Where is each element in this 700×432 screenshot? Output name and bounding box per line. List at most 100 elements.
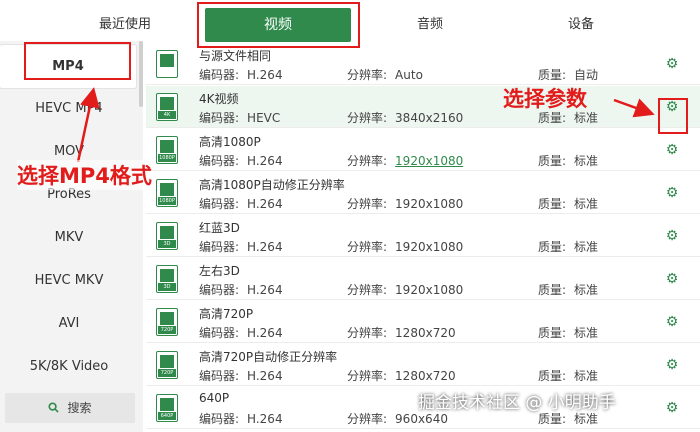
sidebar-item-mkv[interactable]: MKV <box>0 216 138 259</box>
sidebar-scrollbar[interactable] <box>139 41 143 107</box>
resolution-value: 1920x1080 <box>395 197 464 211</box>
quality-label: 质量: <box>538 369 567 383</box>
quality-label: 质量: <box>538 68 567 82</box>
encoder-value: H.264 <box>247 240 283 254</box>
preset-row-720p[interactable]: 720P 高清720P 编码器: H.264 分辨率: 1280x720 质量: 标准… <box>146 301 700 343</box>
gear-highlight-box <box>658 98 688 134</box>
file-badge: 1080P <box>158 154 176 162</box>
preset-name: 高清720P <box>199 307 254 321</box>
search-label: 搜索 <box>67 401 92 415</box>
preset-name: 左右3D <box>199 264 240 278</box>
sidebar-item-5k8k-video[interactable]: 5K/8K Video <box>0 345 138 388</box>
settings-gear-icon[interactable]: ⚙ <box>664 357 680 373</box>
settings-gear-icon[interactable]: ⚙ <box>664 271 680 287</box>
quality-info: 质量: 标准 <box>538 367 598 384</box>
quality-label: 质量: <box>538 326 567 340</box>
resolution-value: 1280x720 <box>395 326 456 340</box>
resolution-info: 分辨率: 1280x720 <box>347 367 456 384</box>
quality-value: 自动 <box>574 68 599 82</box>
quality-label: 质量: <box>538 412 567 426</box>
search-button[interactable]: 搜索 <box>5 393 135 423</box>
preset-row-side-by-side-3d[interactable]: 3D 左右3D 编码器: H.264 分辨率: 1920x1080 质量: 标准 ⚙ <box>146 258 700 300</box>
resolution-info: 分辨率: 1920x1080 <box>347 238 463 255</box>
file-badge: 640P <box>158 412 176 420</box>
settings-gear-icon[interactable]: ⚙ <box>664 314 680 330</box>
settings-gear-icon[interactable]: ⚙ <box>664 400 680 416</box>
resolution-value: 1920x1080 <box>395 240 464 254</box>
encoder-label: 编码器: <box>199 412 240 426</box>
encoder-info: 编码器: HEVC <box>199 109 280 126</box>
encoder-value: H.264 <box>247 369 283 383</box>
encoder-label: 编码器: <box>199 154 240 168</box>
resolution-value: 1920x1080 <box>395 283 464 297</box>
quality-label: 质量: <box>538 154 567 168</box>
file-badge: 1080P <box>158 197 176 205</box>
preset-row-same-as-source[interactable]: 与源文件相同 编码器: H.264 分辨率: Auto 质量: 自动 ⚙ <box>146 43 700 85</box>
quality-info: 质量: 标准 <box>538 238 598 255</box>
resolution-info: 分辨率: 1920x1080 <box>347 152 463 169</box>
encoder-value: H.264 <box>247 197 283 211</box>
sidebar-item-avi[interactable]: AVI <box>0 302 138 345</box>
preset-name: 4K视频 <box>199 92 239 106</box>
file-badge: 720P <box>158 326 176 334</box>
quality-value: 标准 <box>574 283 599 297</box>
encoder-label: 编码器: <box>199 326 240 340</box>
resolution-value: 1280x720 <box>395 369 456 383</box>
resolution-info: 分辨率: 1920x1080 <box>347 195 463 212</box>
encoder-label: 编码器: <box>199 111 240 125</box>
resolution-value[interactable]: 1920x1080 <box>395 154 463 168</box>
encoder-label: 编码器: <box>199 197 240 211</box>
watermark: 掘金技术社区 @ 小明助手 <box>418 393 616 413</box>
annotation-select-params: 选择参数 <box>503 87 587 111</box>
quality-info: 质量: 标准 <box>538 195 598 212</box>
sidebar-item-hevc-mp4[interactable]: HEVC MP4 <box>0 87 138 130</box>
resolution-value: Auto <box>395 68 423 82</box>
resolution-info: 分辨率: 1280x720 <box>347 324 456 341</box>
resolution-value: 960x640 <box>395 412 448 426</box>
encoder-label: 编码器: <box>199 240 240 254</box>
quality-label: 质量: <box>538 240 567 254</box>
preset-row-red-blue-3d[interactable]: 3D 红蓝3D 编码器: H.264 分辨率: 1920x1080 质量: 标准 ⚙ <box>146 215 700 257</box>
preset-list: 与源文件相同 编码器: H.264 分辨率: Auto 质量: 自动 ⚙ 4K 4K视… <box>146 43 700 432</box>
video-file-icon: 720P <box>156 308 178 336</box>
resolution-label: 分辨率: <box>347 111 388 125</box>
encoder-info: 编码器: H.264 <box>199 66 283 83</box>
quality-value: 标准 <box>574 326 599 340</box>
settings-gear-icon[interactable]: ⚙ <box>664 185 680 201</box>
preset-row-1080p[interactable]: 1080P 高清1080P 编码器: H.264 分辨率: 1920x1080 质量… <box>146 129 700 171</box>
video-file-icon: 640P <box>156 394 178 422</box>
sidebar-item-hevc-mkv[interactable]: HEVC MKV <box>0 259 138 302</box>
resolution-label: 分辨率: <box>347 154 388 168</box>
encoder-info: 编码器: H.264 <box>199 238 283 255</box>
quality-value: 标准 <box>574 240 599 254</box>
encoder-value: H.264 <box>247 154 283 168</box>
resolution-label: 分辨率: <box>347 68 388 82</box>
encoder-info: 编码器: H.264 <box>199 281 283 298</box>
quality-value: 标准 <box>574 154 599 168</box>
video-file-icon: 1080P <box>156 136 178 164</box>
encoder-value: H.264 <box>247 412 283 426</box>
preset-name: 高清720P自动修正分辨率 <box>199 350 338 364</box>
encoder-info: 编码器: H.264 <box>199 324 283 341</box>
file-badge: 3D <box>158 240 176 248</box>
settings-gear-icon[interactable]: ⚙ <box>664 56 680 72</box>
preset-row-4k[interactable]: 4K 4K视频 编码器: HEVC 分辨率: 3840x2160 质量: 标准 ⚙ <box>146 86 700 128</box>
settings-gear-icon[interactable]: ⚙ <box>664 228 680 244</box>
quality-info: 质量: 标准 <box>538 324 598 341</box>
search-icon <box>48 394 60 424</box>
file-badge: 4K <box>158 111 176 119</box>
resolution-label: 分辨率: <box>347 326 388 340</box>
quality-label: 质量: <box>538 283 567 297</box>
resolution-label: 分辨率: <box>347 369 388 383</box>
encoder-label: 编码器: <box>199 68 240 82</box>
preset-row-720p-auto-fix[interactable]: 720P 高清720P自动修正分辨率 编码器: H.264 分辨率: 1280x72… <box>146 344 700 386</box>
settings-gear-icon[interactable]: ⚙ <box>664 142 680 158</box>
quality-info: 质量: 自动 <box>538 66 598 83</box>
resolution-label: 分辨率: <box>347 283 388 297</box>
quality-value: 标准 <box>574 197 599 211</box>
video-file-icon: 1080P <box>156 179 178 207</box>
quality-value: 标准 <box>574 369 599 383</box>
file-badge: 3D <box>158 283 176 291</box>
preset-row-1080p-auto-fix[interactable]: 1080P 高清1080P自动修正分辨率 编码器: H.264 分辨率: 1920x… <box>146 172 700 214</box>
resolution-info: 分辨率: 1920x1080 <box>347 281 463 298</box>
